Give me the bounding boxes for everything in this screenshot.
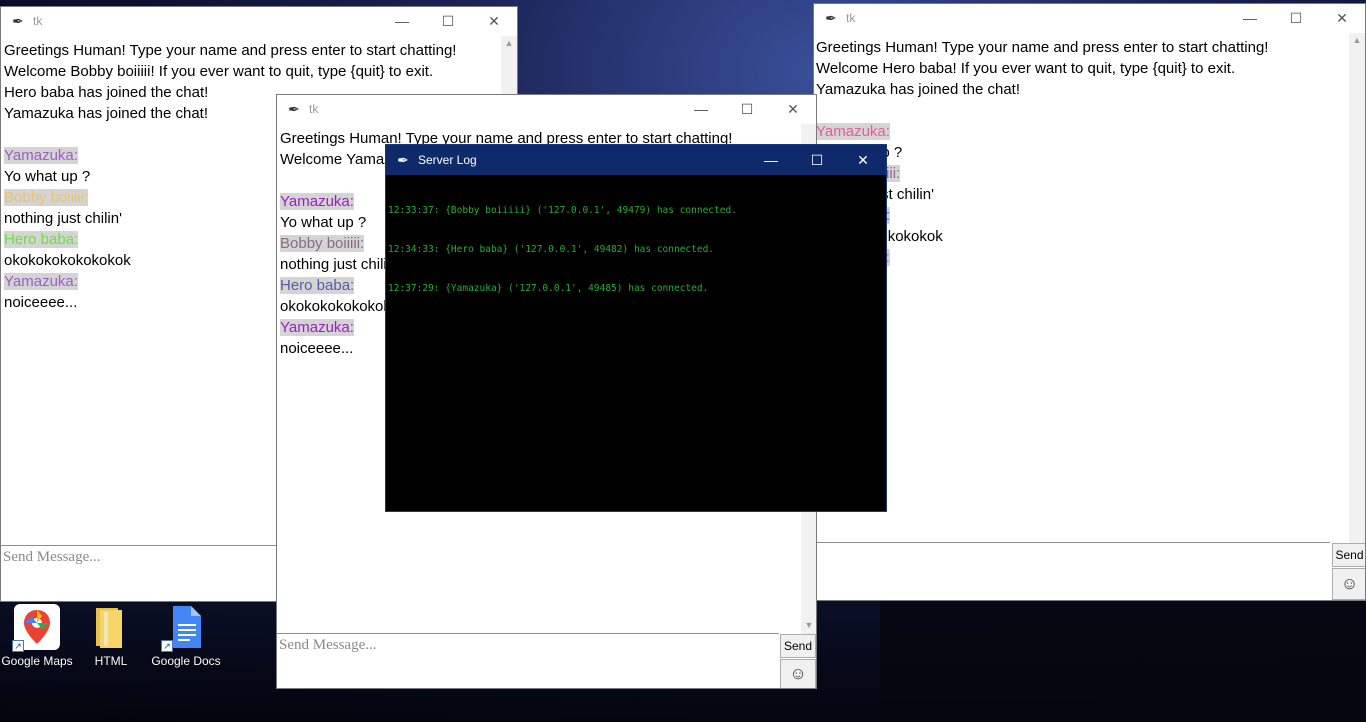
chat-message-text: noiceeee...	[280, 340, 354, 357]
close-button[interactable]: ✕	[471, 7, 517, 35]
minimize-button[interactable]: —	[1227, 4, 1273, 32]
google-maps-icon: ↗	[12, 604, 60, 652]
chat-sender-name: Yamazuka:	[816, 123, 890, 140]
chat-line: Yamazuka has joined the chat!	[816, 79, 1346, 100]
message-input[interactable]	[814, 542, 1330, 600]
chat-message-text: Yamazuka has joined the chat!	[4, 105, 209, 122]
close-button[interactable]: ✕	[770, 95, 816, 123]
maximize-button[interactable]: ☐	[425, 7, 471, 35]
chat-line: Welcome Bobby boiiiii! If you ever want …	[4, 61, 500, 82]
chat-line: Yo what up ?	[816, 142, 1346, 163]
chat-sender-name: Bobby boiiiii:	[280, 235, 365, 252]
maximize-button[interactable]: ☐	[1273, 4, 1319, 32]
log-entry: 12:37:29: {Yamazuka} ('127.0.0.1', 49485…	[388, 283, 709, 294]
feather-icon: ✒	[825, 9, 837, 26]
chat-sender-name: Bobby boiiiii:	[4, 189, 89, 206]
chat-message-text: nothing just chilin'	[4, 210, 122, 227]
chat-line: Yamazuka:	[816, 247, 1346, 268]
emoji-button[interactable]: ☺	[780, 659, 816, 688]
chat-window-hero: ✒ tk — ☐ ✕ Greetings Human! Type your na…	[813, 3, 1366, 601]
minimize-button[interactable]: —	[379, 7, 425, 35]
scroll-up-icon[interactable]: ▲	[501, 36, 517, 50]
shortcut-arrow-icon: ↗	[161, 640, 173, 652]
close-button[interactable]: ✕	[1319, 4, 1365, 32]
close-button[interactable]: ✕	[840, 145, 886, 175]
message-input[interactable]: Send Message...	[277, 633, 779, 688]
maximize-button[interactable]: ☐	[724, 95, 770, 123]
title-bar[interactable]: ✒ tk — ☐ ✕	[814, 4, 1365, 32]
scroll-up-icon[interactable]: ▲	[1349, 33, 1365, 47]
folder-icon	[88, 604, 134, 650]
chat-sender-name: Yamazuka:	[4, 147, 78, 164]
feather-icon: ✒	[12, 12, 24, 29]
log-entry: 12:33:37: {Bobby boiiiii} ('127.0.0.1', …	[388, 205, 737, 216]
chat-sender-name: Yamazuka:	[280, 319, 354, 336]
minimize-button[interactable]: —	[748, 145, 794, 175]
chat-message-text: Welcome Bobby boiiiii! If you ever want …	[4, 63, 434, 80]
server-log-window: ✒ Server Log — ☐ ✕ 12:33:37: {Bobby boii…	[385, 144, 887, 512]
feather-icon: ✒	[397, 151, 409, 168]
send-button[interactable]: Send	[780, 634, 816, 658]
scrollbar[interactable]: ▲	[1349, 33, 1365, 543]
desktop-icon-label: Google Maps	[1, 654, 73, 668]
chat-sender-name: Yamazuka:	[280, 193, 354, 210]
window-title: tk	[309, 102, 319, 116]
chat-line: Bobby boiiiii:	[816, 163, 1346, 184]
window-title: tk	[846, 11, 856, 25]
server-log-output[interactable]: 12:33:37: {Bobby boiiiii} ('127.0.0.1', …	[386, 175, 886, 511]
chat-line: Yamazuka:	[816, 121, 1346, 142]
desktop-icon-google-maps[interactable]: ↗ Google Maps	[0, 604, 74, 668]
feather-icon: ✒	[288, 100, 300, 117]
chat-line: Welcome Hero baba! If you ever want to q…	[816, 58, 1346, 79]
chat-line: Greetings Human! Type your name and pres…	[4, 40, 500, 61]
shortcut-arrow-icon: ↗	[12, 640, 24, 652]
chat-message-text: Greetings Human! Type your name and pres…	[816, 39, 1269, 56]
google-docs-icon: ↗	[161, 604, 209, 652]
chat-line: Greetings Human! Type your name and pres…	[816, 37, 1346, 58]
chat-history[interactable]: Greetings Human! Type your name and pres…	[816, 37, 1346, 537]
chat-message-text: Welcome Hero baba! If you ever want to q…	[816, 60, 1236, 77]
chat-message-text: Yo what up ?	[280, 214, 367, 231]
chat-message-text: Greetings Human! Type your name and pres…	[4, 42, 457, 59]
emoji-button[interactable]: ☺	[1332, 568, 1365, 600]
chat-sender-name: Yamazuka:	[4, 273, 78, 290]
chat-message-text: okokokokokokokok	[4, 252, 131, 269]
desktop-icon-google-docs[interactable]: ↗ Google Docs	[149, 604, 223, 668]
title-bar[interactable]: ✒ tk — ☐ ✕	[1, 7, 517, 35]
title-bar[interactable]: ✒ Server Log — ☐ ✕	[386, 145, 886, 175]
log-entry: 12:34:33: {Hero baba} ('127.0.0.1', 4948…	[388, 244, 715, 255]
window-title: tk	[33, 14, 43, 28]
desktop-icon-label: HTML	[94, 654, 128, 668]
desktop-icon-label: Google Docs	[151, 654, 221, 668]
chat-line: okokokokokokokok	[816, 226, 1346, 247]
chat-line	[816, 100, 1346, 121]
chat-message-text: noiceeee...	[4, 294, 78, 311]
title-bar[interactable]: ✒ tk — ☐ ✕	[277, 95, 816, 123]
chat-message-text: Yamazuka has joined the chat!	[816, 81, 1021, 98]
chat-message-text: Yo what up ?	[4, 168, 91, 185]
chat-sender-name: Hero baba:	[4, 231, 79, 248]
chat-line: Hero baba:	[816, 205, 1346, 226]
desktop-icon-html-folder[interactable]: HTML	[74, 604, 148, 668]
chat-message-text: Hero baba has joined the chat!	[4, 84, 209, 101]
chat-sender-name: Hero baba:	[280, 277, 355, 294]
chat-message-text: nothing just chilin'	[280, 256, 398, 273]
send-button[interactable]: Send	[1332, 543, 1365, 567]
maximize-button[interactable]: ☐	[794, 145, 840, 175]
chat-line: nothing just chilin'	[816, 184, 1346, 205]
window-title: Server Log	[418, 153, 477, 167]
scroll-down-icon[interactable]: ▼	[801, 618, 816, 632]
wallpaper-shape	[880, 600, 1366, 722]
minimize-button[interactable]: —	[678, 95, 724, 123]
